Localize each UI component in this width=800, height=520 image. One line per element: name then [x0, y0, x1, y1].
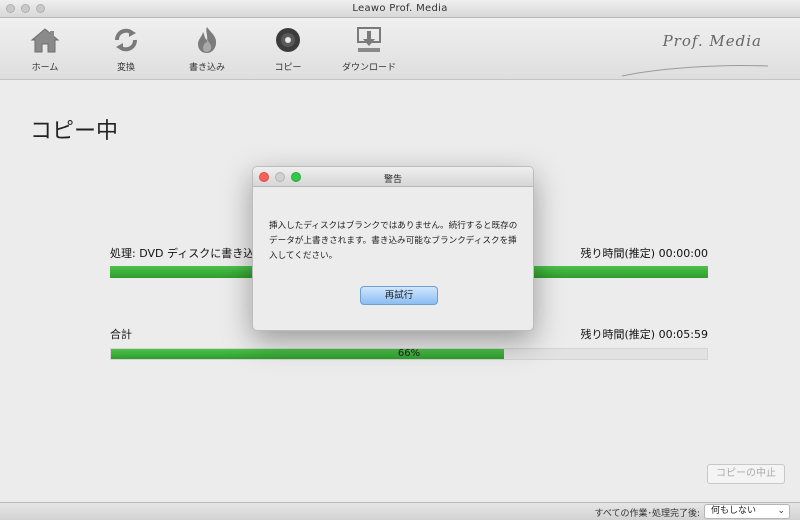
stop-copy-button[interactable]: コピーの中止 — [707, 464, 785, 484]
process-remaining-time: 残り時間(推定) 00:00:00 — [580, 247, 708, 260]
minimize-window-button[interactable] — [21, 4, 30, 13]
brand-swoosh — [621, 64, 769, 77]
after-complete-select[interactable]: 何もしない ⌄ — [704, 504, 790, 519]
warning-dialog: 警告 挿入したディスクはブランクではありません。続行すると既存のデータが上書きさ… — [252, 166, 534, 331]
dialog-close-button[interactable] — [259, 172, 269, 182]
title-bar: Leawo Prof. Media — [0, 0, 800, 18]
status-bar: すべての作業･処理完了後: 何もしない ⌄ — [0, 502, 800, 520]
burn-icon — [190, 24, 224, 56]
brand-logo: Prof. Media — [662, 32, 762, 50]
chevron-down-icon: ⌄ — [777, 506, 785, 516]
dialog-minimize-button[interactable] — [275, 172, 285, 182]
toolbar-copy[interactable]: コピー — [253, 24, 323, 73]
convert-icon — [109, 24, 143, 56]
dialog-window-controls[interactable] — [259, 172, 301, 182]
total-progress-percent: 66% — [397, 348, 421, 359]
page-title: コピー中 — [30, 119, 119, 144]
toolbar-home-label: ホーム — [31, 63, 59, 73]
process-label: 処理: DVD ディスクに書き込み — [110, 247, 266, 260]
disc-icon — [271, 24, 305, 56]
close-window-button[interactable] — [6, 4, 15, 13]
toolbar-burn[interactable]: 書き込み — [172, 24, 242, 73]
download-icon — [352, 24, 386, 56]
dialog-message: 挿入したディスクはブランクではありません。続行すると既存のデータが上書きされます… — [269, 221, 518, 261]
dialog-zoom-button[interactable] — [291, 172, 301, 182]
toolbar-convert[interactable]: 変換 — [91, 24, 161, 73]
total-label: 合計 — [110, 328, 132, 341]
toolbar-copy-label: コピー — [274, 63, 302, 73]
total-remaining-time: 残り時間(推定) 00:05:59 — [580, 328, 708, 341]
toolbar-download-label: ダウンロード — [341, 63, 396, 73]
window-controls[interactable] — [6, 4, 45, 13]
toolbar-download[interactable]: ダウンロード — [334, 24, 404, 73]
total-progress-bar: 66% — [110, 348, 708, 360]
toolbar-convert-label: 変換 — [116, 63, 135, 73]
zoom-window-button[interactable] — [36, 4, 45, 13]
after-complete-label: すべての作業･処理完了後: — [594, 509, 700, 519]
after-complete-select-value: 何もしない — [711, 506, 757, 516]
window-title: Leawo Prof. Media — [352, 3, 448, 14]
home-icon — [28, 24, 62, 56]
retry-button[interactable]: 再試行 — [360, 286, 438, 305]
main-toolbar: ホーム 変換 書き込み コピー ダウンロード Prof. Media — [0, 18, 800, 80]
toolbar-burn-label: 書き込み — [188, 63, 225, 73]
toolbar-home[interactable]: ホーム — [10, 24, 80, 73]
dialog-title: 警告 — [383, 175, 402, 185]
dialog-title-bar: 警告 — [253, 167, 533, 187]
